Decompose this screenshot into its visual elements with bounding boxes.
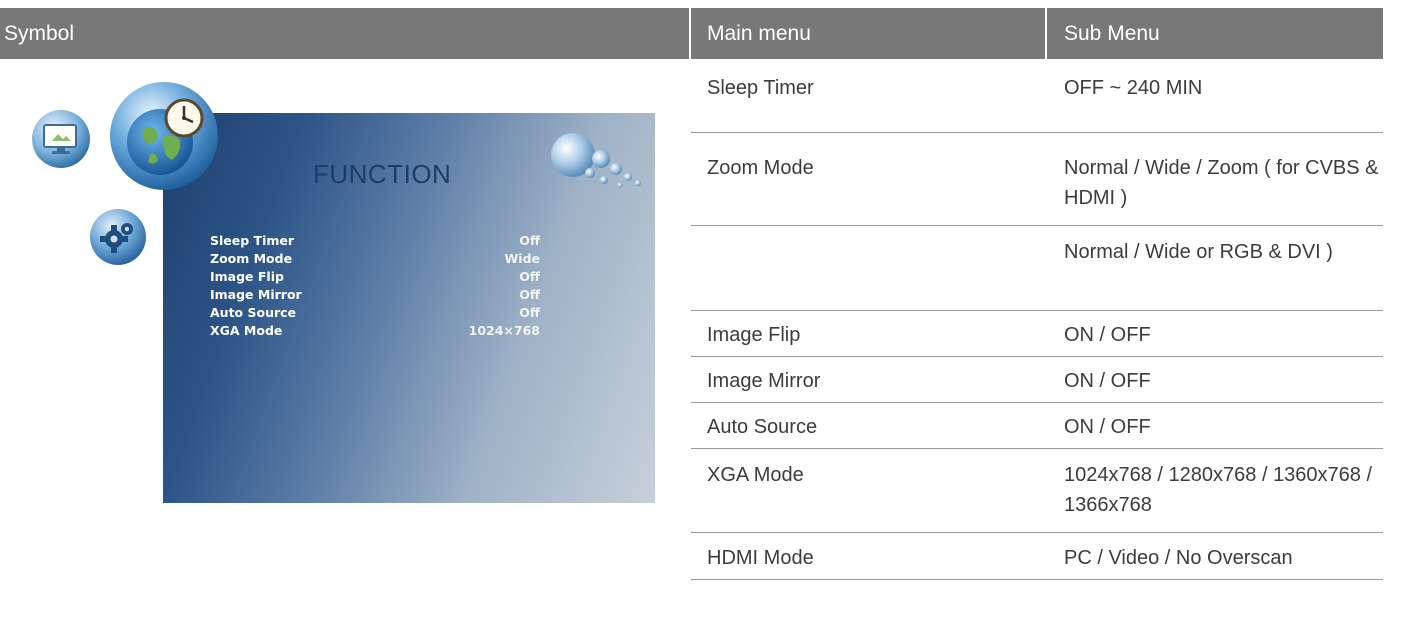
osd-menu-item: Image Mirror Off bbox=[210, 287, 540, 305]
osd-item-value: Off bbox=[519, 233, 540, 248]
row-main-cell: Auto Source bbox=[707, 416, 818, 438]
osd-item-label: Image Flip bbox=[210, 269, 284, 284]
osd-item-label: Image Mirror bbox=[210, 287, 302, 302]
header-symbol: Symbol bbox=[0, 8, 689, 59]
table-row: HDMI Mode PC / Video / No Overscan bbox=[691, 533, 1383, 580]
table-row: Zoom Mode Normal / Wide / Zoom ( for CVB… bbox=[691, 133, 1383, 226]
row-main-cell: HDMI Mode bbox=[707, 547, 814, 569]
gear-icon bbox=[88, 207, 148, 272]
row-main-cell: Image Mirror bbox=[707, 370, 821, 392]
osd-menu-item: Auto Source Off bbox=[210, 305, 540, 323]
row-sub-cell: ON / OFF bbox=[1064, 324, 1151, 346]
osd-item-label: Zoom Mode bbox=[210, 251, 293, 266]
display-icon bbox=[30, 108, 92, 175]
bubbles-icon bbox=[548, 133, 658, 198]
row-sub-cell: OFF ~ 240 MIN bbox=[1064, 77, 1203, 99]
table-row: Image Flip ON / OFF bbox=[691, 311, 1383, 357]
row-sub-cell: ON / OFF bbox=[1064, 370, 1151, 392]
table-row: Auto Source ON / OFF bbox=[691, 403, 1383, 449]
osd-menu-item: Zoom Mode Wide bbox=[210, 251, 540, 269]
osd-item-value: Off bbox=[519, 269, 540, 284]
osd-item-label: Sleep Timer bbox=[210, 233, 295, 248]
osd-title: FUNCTION bbox=[313, 159, 452, 189]
row-main-cell: Sleep Timer bbox=[707, 77, 814, 99]
osd-menu-item: XGA Mode 1024×768 bbox=[210, 323, 540, 341]
header-sub-menu-label: Sub Menu bbox=[1064, 21, 1160, 45]
row-sub-cell: PC / Video / No Overscan bbox=[1064, 547, 1293, 569]
header-symbol-label: Symbol bbox=[4, 21, 75, 45]
row-sub-cell: Normal / Wide or RGB & DVI ) bbox=[1064, 241, 1333, 263]
osd-item-value: Off bbox=[519, 287, 540, 302]
row-sub-cell: 1024x768 / 1280x768 / 1360x768 / 1366x76… bbox=[1064, 464, 1373, 516]
row-main-cell: Image Flip bbox=[707, 324, 801, 346]
osd-function-screenshot: FUNCTION Sleep Timer Off Zoom Mode Wide … bbox=[163, 113, 655, 503]
osd-menu-item: Image Flip Off bbox=[210, 269, 540, 287]
table-row: Normal / Wide or RGB & DVI ) bbox=[691, 226, 1383, 311]
osd-item-value: Wide bbox=[504, 251, 541, 266]
row-sub-cell: Normal / Wide / Zoom ( for CVBS & HDMI ) bbox=[1064, 157, 1379, 209]
table-row: Image Mirror ON / OFF bbox=[691, 357, 1383, 403]
osd-menu-item: Sleep Timer Off bbox=[210, 233, 540, 251]
header-main-menu-label: Main menu bbox=[707, 21, 811, 45]
row-main-cell: XGA Mode bbox=[707, 464, 804, 486]
row-main-cell: Zoom Mode bbox=[707, 157, 814, 179]
osd-item-label: XGA Mode bbox=[210, 323, 283, 338]
osd-item-value: Off bbox=[519, 305, 540, 320]
row-sub-cell: ON / OFF bbox=[1064, 416, 1151, 438]
table-row: Sleep Timer OFF ~ 240 MIN bbox=[691, 62, 1383, 133]
globe-clock-icon bbox=[108, 80, 220, 197]
header-sub-menu: Sub Menu bbox=[1047, 8, 1383, 59]
osd-item-value: 1024×768 bbox=[468, 323, 540, 338]
table-row: XGA Mode 1024x768 / 1280x768 / 1360x768 … bbox=[691, 449, 1383, 533]
header-main-menu: Main menu bbox=[691, 8, 1045, 59]
osd-item-label: Auto Source bbox=[210, 305, 297, 320]
